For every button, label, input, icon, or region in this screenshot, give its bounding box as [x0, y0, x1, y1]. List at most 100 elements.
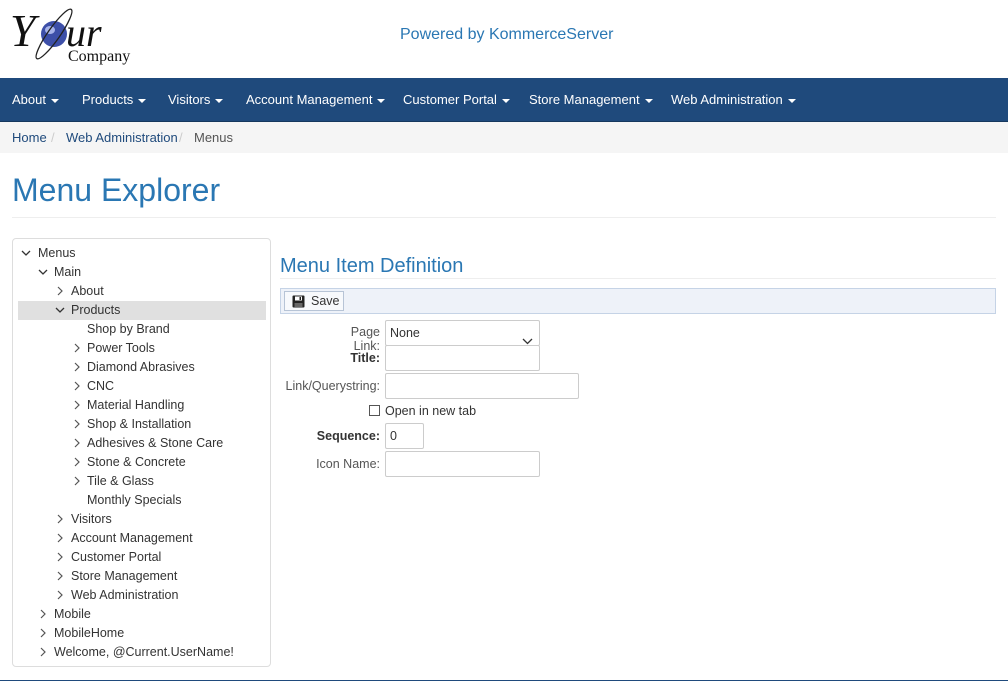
chevron-right-icon[interactable] — [55, 586, 67, 605]
chevron-right-icon[interactable] — [55, 567, 67, 586]
tree-node[interactable]: Visitors — [18, 510, 266, 529]
powered-by-text: Powered by KommerceServer — [400, 26, 614, 43]
title-label: Title: — [350, 351, 380, 365]
tree-node[interactable]: Shop by Brand — [18, 320, 266, 339]
link-querystring-input[interactable] — [385, 373, 579, 399]
chevron-right-icon[interactable] — [55, 510, 67, 529]
svg-text:Company: Company — [68, 48, 130, 65]
main-navbar: About Products Visitors Account Manageme… — [0, 78, 1008, 122]
chevron-right-icon[interactable] — [38, 624, 50, 643]
section-title: Menu Item Definition — [280, 255, 464, 277]
nav-products[interactable]: Products — [82, 78, 147, 121]
tree-node[interactable]: Main — [18, 263, 266, 282]
tree-node[interactable]: Customer Portal — [18, 548, 266, 567]
chevron-right-icon[interactable] — [55, 282, 67, 301]
nav-store-management[interactable]: Store Management — [529, 78, 653, 121]
tree-node-label: Visitors — [71, 512, 112, 526]
nav-products-label: Products — [82, 92, 134, 107]
tree-node[interactable]: Menus — [18, 244, 266, 263]
save-button[interactable]: Save — [284, 291, 344, 311]
page-link-label: Page Link: — [350, 325, 380, 353]
tree-node[interactable]: Web Administration — [18, 586, 266, 605]
tree-node[interactable]: CNC — [18, 377, 266, 396]
caret-down-icon — [644, 98, 653, 103]
nav-visitors-label: Visitors — [168, 92, 211, 107]
caret-down-icon — [377, 98, 386, 103]
chevron-right-icon[interactable] — [72, 415, 84, 434]
tree-node[interactable]: About — [18, 282, 266, 301]
tree-node[interactable]: Tile & Glass — [18, 472, 266, 491]
chevron-right-icon[interactable] — [72, 339, 84, 358]
nav-customer-portal[interactable]: Customer Portal — [403, 78, 510, 121]
chevron-right-icon[interactable] — [55, 548, 67, 567]
chevron-right-icon[interactable] — [72, 434, 84, 453]
tree-node[interactable]: Material Handling — [18, 396, 266, 415]
nav-web-administration[interactable]: Web Administration — [671, 78, 796, 121]
chevron-right-icon[interactable] — [72, 453, 84, 472]
page-title: Menu Explorer — [12, 172, 221, 208]
caret-down-icon — [215, 98, 224, 103]
tree-node-label: Mobile — [54, 607, 91, 621]
link-querystring-label: Link/Querystring: — [285, 379, 380, 393]
chevron-down-icon[interactable] — [20, 244, 32, 263]
icon-name-input[interactable] — [385, 451, 540, 477]
tree-node[interactable]: Mobile — [18, 605, 266, 624]
breadcrumb-web-administration[interactable]: Web Administration — [66, 130, 178, 145]
tree-node[interactable]: Welcome, @Current.UserName! — [18, 643, 266, 662]
tree-node-label: Diamond Abrasives — [87, 360, 195, 374]
tree-node[interactable]: Adhesives & Stone Care — [18, 434, 266, 453]
tree-node-label: Monthly Specials — [87, 493, 182, 507]
chevron-right-icon[interactable] — [72, 396, 84, 415]
company-logo[interactable]: Y ur Company — [10, 4, 140, 70]
section-divider — [280, 278, 996, 279]
breadcrumb-home[interactable]: Home — [12, 130, 47, 145]
tree-node[interactable]: Store Management — [18, 567, 266, 586]
title-divider — [12, 217, 996, 218]
tree-node[interactable]: Stone & Concrete — [18, 453, 266, 472]
chevron-right-icon[interactable] — [38, 643, 50, 662]
site-header: Y ur Company Powered by KommerceServer — [0, 0, 1008, 78]
title-input[interactable] — [385, 345, 540, 371]
nav-web-administration-label: Web Administration — [671, 92, 783, 107]
tree-node-label: Power Tools — [87, 341, 155, 355]
tree-node-label: Account Management — [71, 531, 193, 545]
tree-node[interactable]: Diamond Abrasives — [18, 358, 266, 377]
tree-node[interactable]: Power Tools — [18, 339, 266, 358]
nav-store-management-label: Store Management — [529, 92, 640, 107]
caret-down-icon — [787, 98, 796, 103]
nav-account-management-label: Account Management — [246, 92, 373, 107]
sequence-input[interactable]: 0 — [385, 423, 424, 449]
chevron-down-icon[interactable] — [37, 263, 49, 282]
tree-node-label: Menus — [38, 246, 76, 260]
tree-node-label: Products — [71, 303, 121, 317]
chevron-right-icon[interactable] — [38, 605, 50, 624]
chevron-right-icon[interactable] — [55, 529, 67, 548]
tree-node-selected[interactable]: Products — [18, 301, 266, 320]
tree-node[interactable]: MobileHome — [18, 624, 266, 643]
tree-node[interactable]: Monthly Specials — [18, 491, 266, 510]
nav-account-management[interactable]: Account Management — [246, 78, 386, 121]
tree-node-label: Stone & Concrete — [87, 455, 186, 469]
caret-down-icon — [138, 98, 147, 103]
page-link-select[interactable]: None — [385, 320, 540, 346]
chevron-down-icon[interactable] — [54, 301, 66, 320]
chevron-right-icon[interactable] — [72, 472, 84, 491]
breadcrumb-separator: / — [51, 130, 55, 145]
nav-visitors[interactable]: Visitors — [168, 78, 224, 121]
tree-node[interactable]: Shop & Installation — [18, 415, 266, 434]
open-new-tab-checkbox[interactable] — [369, 405, 380, 416]
tree-node-label: Shop by Brand — [87, 322, 170, 336]
open-new-tab-label: Open in new tab — [385, 404, 477, 418]
tree-node[interactable]: Account Management — [18, 529, 266, 548]
tree-node-label: Main — [54, 265, 82, 279]
chevron-right-icon[interactable] — [72, 358, 84, 377]
breadcrumb: Home / Web Administration / Menus — [0, 122, 1008, 153]
tree-node-label: Adhesives & Stone Care — [87, 436, 224, 450]
page-link-value: None — [390, 326, 420, 340]
caret-down-icon — [50, 98, 59, 103]
footer-divider — [0, 680, 1008, 681]
nav-about-label: About — [12, 92, 46, 107]
tree-node-label: About — [71, 284, 104, 298]
chevron-right-icon[interactable] — [72, 377, 84, 396]
nav-about[interactable]: About — [12, 78, 59, 121]
